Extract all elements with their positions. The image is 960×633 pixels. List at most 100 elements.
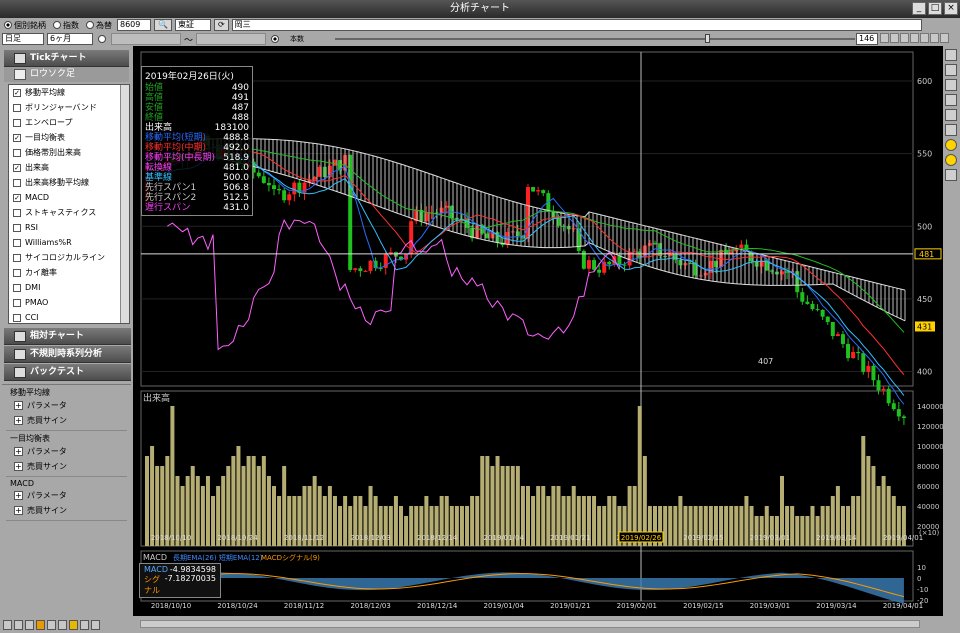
tool-icon[interactable] xyxy=(58,619,67,630)
indicator-checkbox[interactable]: ✓ xyxy=(13,193,21,202)
indicator-checkbox[interactable] xyxy=(13,283,21,292)
indicator-checkbox[interactable] xyxy=(13,223,21,232)
indicator-item[interactable]: 出来高移動平均線 xyxy=(9,175,129,190)
tick-chart-header[interactable]: Tickチャート xyxy=(4,50,129,67)
close-button[interactable]: × xyxy=(944,2,958,15)
tool-icon[interactable] xyxy=(930,33,939,43)
tooltip-row: 遅行スパン 431.0 xyxy=(145,203,249,213)
indicator-checkbox[interactable]: ✓ xyxy=(13,88,21,97)
indicator-item[interactable]: ✓ 出来高 xyxy=(9,160,129,175)
radio-stock[interactable]: 個別銘柄 xyxy=(2,19,48,31)
tool-icon[interactable] xyxy=(945,109,957,121)
code-input[interactable]: 8609 xyxy=(117,19,151,31)
tool-icon[interactable] xyxy=(80,619,89,630)
tool-icon[interactable] xyxy=(14,619,23,630)
indicator-checkbox[interactable] xyxy=(13,253,21,262)
tool-icon[interactable] xyxy=(945,169,957,181)
refresh-icon[interactable]: ⟳ xyxy=(213,19,229,31)
candle-header[interactable]: ロウソク足 xyxy=(4,67,129,82)
indicator-item[interactable]: ✓ 一目均衡表 xyxy=(9,130,129,145)
market-select[interactable]: 東証 xyxy=(174,19,211,31)
indicator-item[interactable]: 価格帯別出来高 xyxy=(9,145,129,160)
param-row[interactable]: + 売買サイン xyxy=(2,413,131,428)
expand-icon[interactable]: + xyxy=(14,447,23,456)
indicator-item[interactable]: エンベロープ xyxy=(9,115,129,130)
tool-icon[interactable] xyxy=(36,619,45,630)
indicator-checkbox[interactable] xyxy=(13,118,21,127)
tool-icon[interactable] xyxy=(3,619,12,630)
indicator-checkbox[interactable] xyxy=(13,103,21,112)
indicator-checkbox[interactable] xyxy=(13,238,21,247)
section-header[interactable]: バックテスト xyxy=(4,364,131,381)
indicator-item[interactable]: ボリンジャーバンド xyxy=(9,100,129,115)
param-row[interactable]: + パラメータ xyxy=(2,488,131,503)
indicator-item[interactable]: PMAO xyxy=(9,295,129,310)
tool-icon[interactable] xyxy=(945,94,957,106)
indicator-list[interactable]: ✓ 移動平均線 ボリンジャーバンド エンベロープ ✓ 一目均衡表 価格帯別出来高 ✓ 出来高 出来… xyxy=(8,84,130,324)
indicator-checkbox[interactable]: ✓ xyxy=(13,163,21,172)
tool-icon[interactable] xyxy=(910,33,919,43)
indicator-item[interactable]: カイ離率 xyxy=(9,265,129,280)
expand-icon[interactable]: + xyxy=(14,401,23,410)
param-row[interactable]: + 売買サイン xyxy=(2,503,131,518)
indicator-item[interactable]: DMI xyxy=(9,280,129,295)
volume-bar xyxy=(470,496,475,546)
tool-icon[interactable] xyxy=(945,124,957,136)
search-button[interactable]: 🔍 xyxy=(154,19,172,31)
indicator-item[interactable]: CCI xyxy=(9,310,129,323)
horizontal-scrollbar[interactable] xyxy=(140,620,920,628)
radio-option[interactable] xyxy=(96,33,108,45)
period-select[interactable]: 日足 xyxy=(2,33,44,45)
tool-icon[interactable] xyxy=(945,79,957,91)
tool-icon[interactable] xyxy=(945,49,957,61)
chart-area[interactable]: 600 550 500 450 400 481 431 407 出来高 140000 120000 1… xyxy=(133,46,944,616)
indicator-item[interactable]: ✓ 移動平均線 xyxy=(9,85,129,100)
tool-icon[interactable] xyxy=(920,33,929,43)
tool-icon[interactable] xyxy=(940,33,949,43)
slider-handle[interactable] xyxy=(705,34,710,43)
indicator-item[interactable]: Williams%R xyxy=(9,235,129,250)
tool-icon[interactable] xyxy=(47,619,56,630)
range-select[interactable]: 6ヶ月 xyxy=(47,33,93,45)
radio-bars[interactable] xyxy=(269,33,281,45)
scrollbar[interactable] xyxy=(120,85,129,323)
smiley-icon[interactable] xyxy=(945,139,957,151)
indicator-checkbox[interactable] xyxy=(13,313,21,322)
indicator-checkbox[interactable] xyxy=(13,208,21,217)
minimize-button[interactable]: _ xyxy=(912,2,926,15)
indicator-item[interactable]: サイコロジカルライン xyxy=(9,250,129,265)
expand-icon[interactable]: + xyxy=(14,491,23,500)
param-row[interactable]: + パラメータ xyxy=(2,444,131,459)
tool-icon[interactable] xyxy=(880,33,889,43)
indicator-item[interactable]: RSI xyxy=(9,220,129,235)
maximize-button[interactable]: □ xyxy=(928,2,942,15)
tool-icon[interactable] xyxy=(945,64,957,76)
signal-label: シグナル xyxy=(144,575,160,595)
expand-icon[interactable]: + xyxy=(14,416,23,425)
expand-icon[interactable]: + xyxy=(14,506,23,515)
tool-icon[interactable] xyxy=(69,619,78,630)
tool-icon[interactable] xyxy=(91,619,100,630)
tooltip-row: 安値 487 xyxy=(145,103,249,113)
tool-icon[interactable] xyxy=(890,33,899,43)
indicator-checkbox[interactable] xyxy=(13,268,21,277)
tool-icon[interactable] xyxy=(900,33,909,43)
smiley-icon[interactable] xyxy=(945,154,957,166)
radio-index[interactable]: 指数 xyxy=(51,19,81,31)
tool-icon[interactable] xyxy=(25,619,34,630)
indicator-checkbox[interactable] xyxy=(13,148,21,157)
bar-count-slider[interactable] xyxy=(335,38,855,40)
indicator-item[interactable]: ストキャスティクス xyxy=(9,205,129,220)
section-header[interactable]: 相対チャート xyxy=(4,328,131,345)
radio-fx[interactable]: 為替 xyxy=(84,19,114,31)
param-row[interactable]: + パラメータ xyxy=(2,398,131,413)
param-row[interactable]: + 売買サイン xyxy=(2,459,131,474)
indicator-checkbox[interactable] xyxy=(13,178,21,187)
expand-icon[interactable]: + xyxy=(14,462,23,471)
bar-count-input[interactable]: 146 xyxy=(856,33,878,45)
chart-svg[interactable]: 600 550 500 450 400 481 431 407 出来高 140000 120000 1… xyxy=(133,46,944,616)
section-header[interactable]: 不規則時系列分析 xyxy=(4,346,131,363)
indicator-item[interactable]: ✓ MACD xyxy=(9,190,129,205)
indicator-checkbox[interactable] xyxy=(13,298,21,307)
indicator-checkbox[interactable]: ✓ xyxy=(13,133,21,142)
